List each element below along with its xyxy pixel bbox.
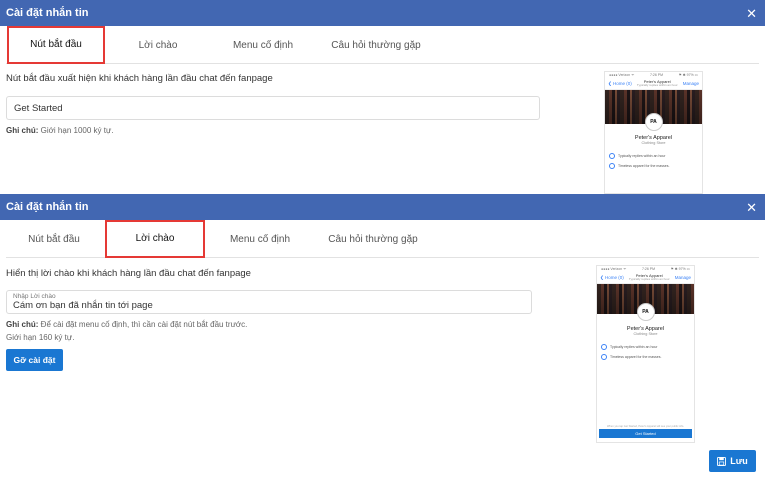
modal-header: Cài đặt nhắn tin ✕ (0, 0, 765, 26)
phone-nav-title: Peter's Apparel Typically replies within … (636, 78, 678, 88)
note-content: Giới hạn 1000 ký tự. (38, 126, 114, 135)
save-button[interactable]: Lưu (709, 450, 756, 472)
phone-info-row: Timeless apparel for the masses. (597, 354, 694, 360)
phone-manage-link: Manage (682, 81, 699, 86)
phone-back-link: ❮ Home (0) (600, 274, 624, 280)
phone-time: 7:26 PM (649, 73, 663, 77)
phone-nav-bar: ❮ Home (0) Peter's Apparel Typically repl… (597, 272, 694, 284)
tab-greeting[interactable]: Lời chào (123, 26, 193, 64)
tab-start-button[interactable]: Nút bắt đầu (7, 26, 105, 64)
settings-panel-start-button: Cài đặt nhắn tin ✕ Nút bắt đầu Lời chào … (0, 0, 765, 194)
info-icon (609, 163, 615, 169)
modal-header: Cài đặt nhắn tin ✕ (0, 194, 765, 220)
phone-back-link: ❮ Home (0) (608, 80, 632, 86)
tab-fixed-menu[interactable]: Menu cố định (223, 26, 303, 64)
phone-carrier: ●●●● Verizon ᯤ (609, 72, 635, 77)
page-logo-icon: PA (644, 113, 663, 131)
phone-time: 7:26 PM (641, 267, 655, 271)
close-icon[interactable]: ✕ (746, 201, 757, 214)
note-label: Ghi chú: (6, 320, 39, 329)
tab-faq[interactable]: Câu hỏi thường gặp (312, 220, 434, 258)
phone-preview: ●●●● Verizon ᯤ 7:26 PM ⚑ ✱ 97% ▭ ❮ Home … (596, 265, 695, 443)
clock-icon (601, 344, 607, 350)
phone-battery: ⚑ ✱ 97% ▭ (670, 267, 690, 271)
clock-icon (609, 153, 615, 159)
tab-faq[interactable]: Câu hỏi thường gặp (316, 26, 436, 64)
section-description: Nút bắt đầu xuất hiện khi khách hàng lần… (6, 73, 273, 84)
settings-panel-greeting: Cài đặt nhắn tin ✕ Nút bắt đầu Lời chào … (0, 194, 765, 478)
phone-carrier: ●●●● Verizon ᯤ (601, 266, 627, 271)
greeting-input[interactable]: Nhập Lời chào Cám ơn bạn đã nhắn tin tới… (6, 290, 532, 314)
note-text: Ghi chú: Giới hạn 1000 ký tự. (6, 126, 114, 135)
phone-nav-bar: ❮ Home (0) Peter's Apparel Typically repl… (605, 78, 702, 90)
phone-battery: ⚑ ✱ 97% ▭ (678, 73, 698, 77)
modal-title: Cài đặt nhắn tin (6, 201, 89, 213)
limit-text: Giới hạn 160 ký tự. (6, 333, 75, 342)
phone-nav-title: Peter's Apparel Typically replies within … (628, 272, 670, 282)
phone-info-row: Timeless apparel for the masses. (605, 163, 702, 169)
phone-fine-print: When you tap Get Started, Peter's Appare… (606, 425, 685, 428)
save-button-label: Lưu (730, 456, 748, 466)
tab-bar: Nút bắt đầu Lời chào Menu cố định Câu hỏ… (6, 220, 759, 258)
section-description: Hiển thị lời chào khi khách hàng lần đầu… (6, 268, 251, 279)
start-button-input[interactable]: Get Started (6, 96, 540, 120)
phone-preview: ●●●● Verizon ᯤ 7:26 PM ⚑ ✱ 97% ▭ ❮ Home … (604, 71, 703, 194)
close-icon[interactable]: ✕ (746, 7, 757, 20)
tab-bar: Nút bắt đầu Lời chào Menu cố định Câu hỏ… (6, 26, 759, 64)
note-content: Để cài đặt menu cố định, thì cần cài đặt… (38, 320, 248, 329)
modal-title: Cài đặt nhắn tin (6, 7, 89, 19)
uninstall-button[interactable]: Gỡ cài đặt (6, 349, 63, 371)
tab-greeting[interactable]: Lời chào (105, 220, 205, 258)
page-logo-icon: PA (636, 303, 655, 321)
phone-get-started-button: Get Started (599, 429, 692, 438)
tab-fixed-menu[interactable]: Menu cố định (220, 220, 300, 258)
phone-manage-link: Manage (674, 275, 691, 280)
greeting-input-value: Cám ơn bạn đã nhắn tin tới page (13, 300, 153, 311)
note-label: Ghi chú: (6, 126, 39, 135)
note-text: Ghi chú: Để cài đặt menu cố định, thì cầ… (6, 320, 247, 329)
floppy-disk-icon (717, 456, 727, 466)
info-icon (601, 354, 607, 360)
greeting-input-label: Nhập Lời chào (13, 293, 56, 300)
tab-start-button[interactable]: Nút bắt đầu (10, 220, 98, 258)
